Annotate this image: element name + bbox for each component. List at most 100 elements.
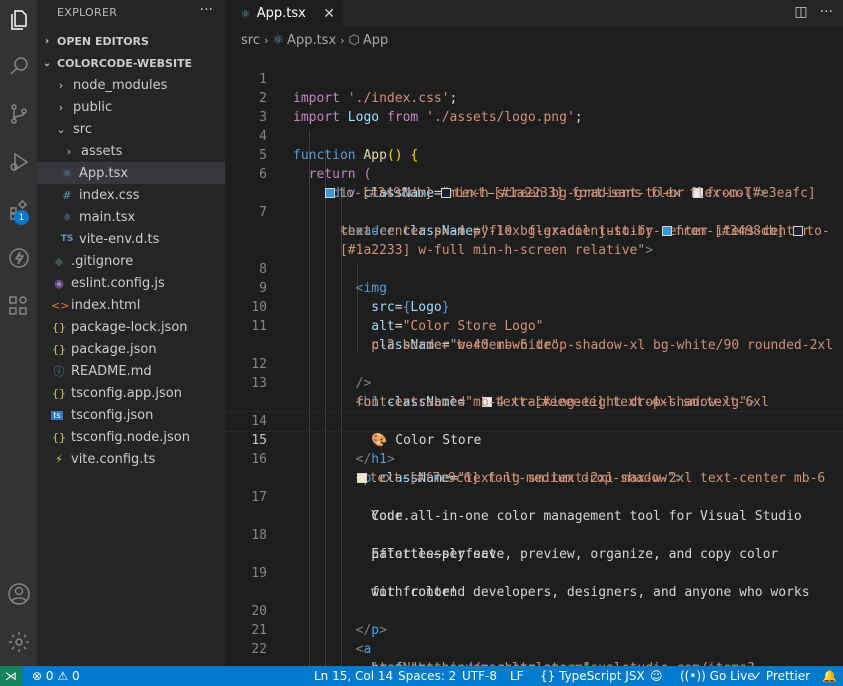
- code-line: 3: [225, 89, 843, 125]
- breadcrumb-symbol[interactable]: App: [363, 33, 388, 48]
- prettier-button[interactable]: ✓ Prettier: [752, 666, 810, 686]
- code-line: 8 <img: [225, 241, 843, 296]
- tree-label: node_modules: [73, 77, 168, 93]
- json-icon: {}: [52, 386, 66, 400]
- tab-app-tsx[interactable]: ⚛ App.tsx ✕: [225, 0, 343, 27]
- end-of-line[interactable]: LF: [510, 666, 524, 686]
- code-line: 16 <p className="text-lg sm:text-2xl max…: [225, 431, 843, 486]
- account-icon[interactable]: [0, 574, 37, 614]
- chevron-right-icon: ›: [44, 35, 50, 47]
- breadcrumb: src › ⚛ App.tsx › ⬡ App: [241, 33, 388, 48]
- tree-file-package-lock[interactable]: {} package-lock.json: [37, 316, 239, 338]
- project-section[interactable]: ⌄ COLORCODE-WEBSITE: [37, 52, 225, 74]
- tab-label: App.tsx: [256, 6, 306, 21]
- code-line: 11 className="w-40 mb-6 drop-shadow-xl b…: [225, 298, 843, 353]
- tree-file-gitignore[interactable]: ◆ .gitignore: [37, 250, 239, 272]
- tree-file-readme[interactable]: ⓘ README.md: [37, 360, 239, 382]
- tree-file-vite-config[interactable]: ⚡ vite.config.ts: [37, 448, 239, 470]
- tree-file-eslint[interactable]: ◉ eslint.config.js: [37, 272, 239, 294]
- notifications-icon[interactable]: 🔔: [822, 666, 837, 686]
- tree-label: README.md: [71, 363, 152, 379]
- code-line: 5 return (: [225, 127, 843, 182]
- remote-explorer-icon[interactable]: [0, 286, 37, 326]
- code-line: 17 Your all-in-one color management tool…: [225, 469, 843, 524]
- component-icon: ⬡: [348, 33, 360, 48]
- vite-icon: ⚡: [55, 452, 63, 466]
- more-actions-icon[interactable]: ···: [820, 4, 833, 20]
- search-icon[interactable]: [0, 46, 37, 86]
- indentation[interactable]: Spaces: 2: [398, 666, 456, 686]
- warning-count: 0: [71, 669, 80, 683]
- go-live-button[interactable]: ((•)) Go Live: [680, 666, 755, 686]
- tree-folder-assets[interactable]: › assets: [37, 140, 249, 162]
- code-line: 4 function App() {: [225, 108, 843, 163]
- code-line: 10 alt="Color Store Logo": [225, 279, 843, 334]
- close-icon[interactable]: ✕: [323, 6, 335, 22]
- chevron-down-icon: ⌄: [42, 57, 52, 69]
- code-line: text-center px-4 py-10 bg-gradient-to-br…: [225, 203, 843, 239]
- tree-file-tsconfig[interactable]: ts tsconfig.json: [37, 404, 239, 426]
- code-line: p-2 border border-white": [225, 317, 843, 353]
- tree-label: assets: [81, 143, 123, 159]
- code-area[interactable]: 1 import './index.css'; 2 import Logo fr…: [225, 51, 843, 666]
- react-icon: ⚛: [240, 6, 251, 21]
- tree-label: tsconfig.app.json: [71, 385, 182, 401]
- code-line: font-extrabold mb-4 tracking-tight drop-…: [225, 374, 843, 410]
- tree-folder-src[interactable]: ⌄ src: [37, 118, 241, 140]
- chevron-down-icon: ⌄: [56, 122, 66, 136]
- copilot-icon[interactable]: ☺: [650, 666, 663, 686]
- split-editor-icon[interactable]: ◫: [794, 4, 807, 20]
- code-line: 21 <a: [225, 602, 843, 657]
- json-icon: {}: [52, 430, 66, 444]
- explorer-title: EXPLORER: [57, 6, 118, 19]
- source-control-icon[interactable]: [0, 94, 37, 134]
- typescript-icon: TS: [60, 234, 74, 244]
- code-line: 23 target="_blank": [225, 659, 843, 666]
- tree-file-main-tsx[interactable]: ⚛ main.tsx: [37, 206, 247, 228]
- error-icon: ⊗: [32, 669, 43, 683]
- language-mode[interactable]: {} TypeScript JSX: [540, 666, 645, 686]
- run-debug-icon[interactable]: [0, 142, 37, 182]
- code-line-current: 15 </h1>: [225, 411, 843, 467]
- lightning-icon[interactable]: [0, 238, 37, 278]
- tree-file-vite-env[interactable]: TS vite-env.d.ts: [37, 228, 247, 250]
- tree-label: vite.config.ts: [71, 451, 156, 467]
- remote-icon[interactable]: ⋊: [0, 666, 22, 686]
- activity-bar: 1: [0, 0, 37, 666]
- tree-folder-public[interactable]: › public: [37, 96, 241, 118]
- chevron-right-icon: ›: [340, 34, 345, 47]
- code-line: [#1a2233] w-full min-h-screen relative">: [225, 222, 843, 258]
- chevron-right-icon: ›: [58, 100, 64, 114]
- info-icon: ⓘ: [53, 365, 65, 378]
- code-line: 2 import Logo from './assets/logo.png';: [225, 70, 843, 125]
- tree-file-index-css[interactable]: # index.css: [37, 184, 247, 206]
- code-line: 18 Effortlessly save, preview, organize,…: [225, 507, 843, 562]
- react-icon: ⚛: [62, 210, 72, 224]
- more-actions-icon[interactable]: ···: [200, 2, 213, 18]
- tree-folder-node-modules[interactable]: › node_modules: [37, 74, 241, 96]
- go-live-label: Go Live: [709, 669, 755, 683]
- tree-label: package.json: [71, 341, 157, 357]
- encoding[interactable]: UTF-8: [462, 666, 497, 686]
- tree-label: .gitignore: [71, 253, 134, 269]
- tab-bar: ⚛ App.tsx ✕ ◫ ···: [225, 0, 843, 27]
- tree-file-package-json[interactable]: {} package.json: [37, 338, 239, 360]
- git-icon: ◆: [54, 254, 64, 268]
- tree-label: package-lock.json: [71, 319, 188, 335]
- tree-file-tsconfig-app[interactable]: {} tsconfig.app.json: [37, 382, 239, 404]
- tree-label: tsconfig.json: [71, 407, 154, 423]
- explorer-icon[interactable]: [0, 0, 37, 40]
- tree-file-app-tsx[interactable]: ⚛ App.tsx: [37, 162, 247, 184]
- open-editors-section[interactable]: › OPEN EDITORS: [37, 30, 225, 52]
- cursor-position[interactable]: Ln 15, Col 14: [314, 666, 393, 686]
- breadcrumb-file[interactable]: App.tsx: [287, 33, 336, 48]
- settings-gear-icon[interactable]: [0, 622, 37, 662]
- tree-file-index-html[interactable]: <> index.html: [37, 294, 239, 316]
- code-line: with color!: [225, 564, 843, 600]
- tree-file-tsconfig-node[interactable]: {} tsconfig.node.json: [37, 426, 239, 448]
- json-icon: {}: [52, 320, 66, 334]
- problems-indicator[interactable]: ⊗ 0 ⚠ 0: [32, 666, 80, 686]
- code-line: 12 />: [225, 336, 843, 391]
- code-line: 13 <h1 className=" text-[#eeeeee] text-4…: [225, 355, 843, 410]
- breadcrumb-src[interactable]: src: [241, 33, 260, 48]
